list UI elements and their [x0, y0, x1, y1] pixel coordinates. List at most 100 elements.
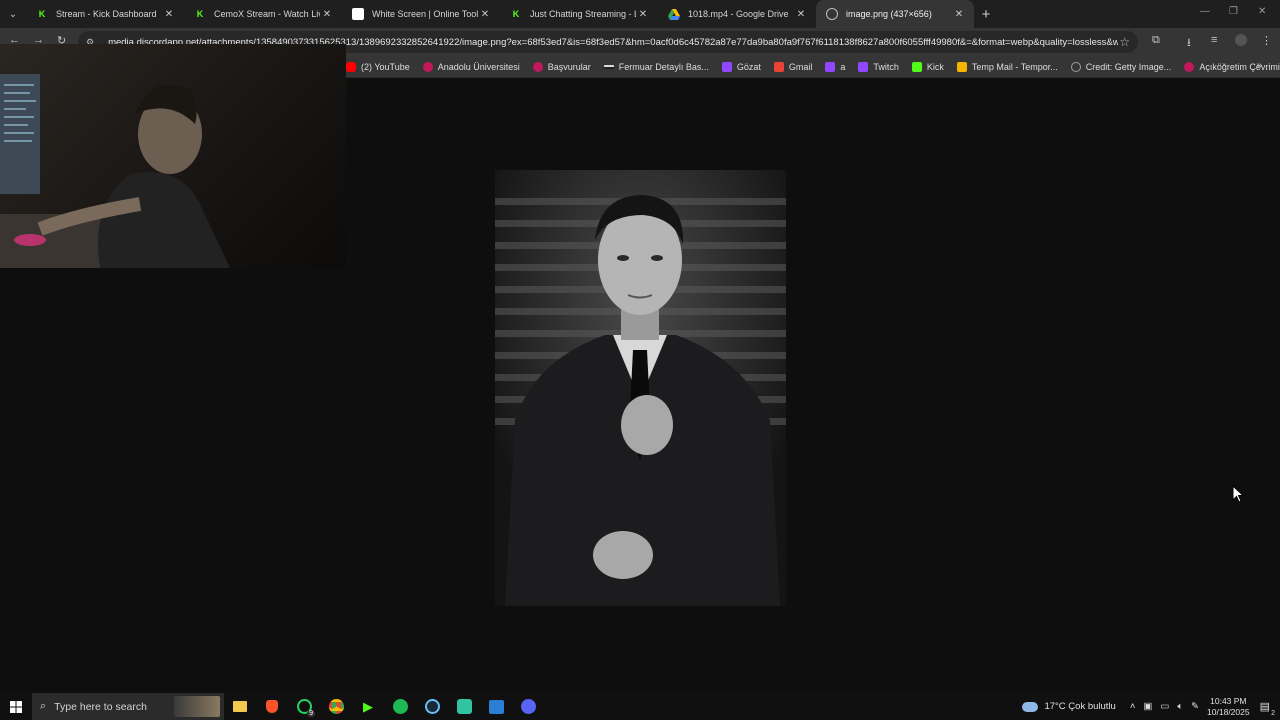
chevron-up-icon[interactable]: ˄ — [1130, 701, 1136, 712]
tab-5-active[interactable]: image.png (437×656) ✕ — [816, 0, 974, 28]
taskbar-search-box[interactable]: ⌕ Type here to search — [32, 693, 224, 720]
weather-text[interactable]: 17°C Çok bulutlu — [1044, 701, 1115, 712]
bookmark-temp-mail[interactable]: Temp Mail - Tempor... — [956, 61, 1058, 72]
spotify-icon[interactable] — [384, 693, 416, 720]
windows-start-button[interactable] — [0, 693, 32, 720]
system-tray: 17°C Çok bulutlu ˄ ▣ ▭ 🔈︎ ✎ 10:43 PM 10/… — [1022, 693, 1280, 720]
new-tab-button[interactable]: + — [974, 0, 998, 28]
kick-icon: K — [196, 9, 204, 19]
kick-icon: K — [512, 9, 520, 19]
search-icon: ⌕ — [40, 700, 47, 712]
search-placeholder: Type here to search — [54, 700, 147, 713]
brave-icon[interactable] — [256, 693, 288, 720]
dash-icon — [603, 64, 614, 69]
mail-icon — [956, 61, 967, 72]
network-icon[interactable]: ▭ — [1160, 701, 1169, 712]
gmail-icon — [773, 61, 784, 72]
notification-count: 2 — [1271, 710, 1275, 717]
bookmark-label: a — [840, 61, 846, 72]
tab-title: 1018.mp4 - Google Drive — [688, 9, 789, 19]
app-arrow-icon[interactable]: ▶ — [352, 693, 384, 720]
bookmark-label: Gözat — [736, 61, 761, 72]
tray-app-icon[interactable]: ▣ — [1143, 701, 1152, 712]
tab-title: CemoX Stream - Watch Live on — [214, 9, 320, 19]
bookmark-basvurular[interactable]: Başvurular — [532, 61, 591, 72]
close-icon[interactable]: ✕ — [478, 9, 492, 20]
kick-icon — [911, 61, 922, 72]
taskbar: ⌕ Type here to search 9 ▶ 17°C Çok bulut… — [0, 693, 1280, 720]
bookmark-gmail[interactable]: Gmail — [773, 61, 813, 72]
bookmark-youtube[interactable]: (2) YouTube — [346, 61, 410, 72]
streamlabs-icon[interactable] — [448, 693, 480, 720]
app-blue-icon[interactable] — [480, 693, 512, 720]
file-explorer-icon[interactable] — [224, 693, 256, 720]
globe-icon — [1070, 61, 1081, 72]
whatsapp-badge: 9 — [307, 710, 315, 717]
tab-title: White Screen | Online Tool — [372, 9, 478, 19]
whatsapp-icon[interactable]: 9 — [288, 693, 320, 720]
extensions-icon[interactable]: ⧉ — [1152, 34, 1160, 47]
tab-search-button[interactable]: ⌄ — [0, 0, 26, 28]
globe-icon — [826, 8, 838, 20]
notification-icon[interactable]: ▤ 2 — [1260, 700, 1275, 717]
bookmark-label: Twitch — [873, 61, 899, 72]
tab-strip: ⌄ K Stream - Kick Dashboard ✕ K CemoX St… — [0, 0, 1280, 28]
anadolu-icon — [422, 61, 433, 72]
pen-icon[interactable]: ✎ — [1191, 701, 1199, 712]
close-icon[interactable]: ✕ — [320, 9, 334, 20]
bookmark-label: Kick — [926, 61, 944, 72]
bookmark-twitch[interactable]: Twitch — [858, 61, 899, 72]
menu-icon[interactable]: ⋮ — [1261, 34, 1272, 47]
tab-title: Stream - Kick Dashboard — [56, 9, 157, 19]
tab-title: Just Chatting Streaming - Live S — [530, 9, 636, 19]
portrait-image[interactable] — [495, 170, 786, 606]
twitch-icon — [825, 61, 836, 72]
tab-1[interactable]: K CemoX Stream - Watch Live on ✕ — [184, 0, 342, 28]
clock[interactable]: 10:43 PM 10/18/2025 — [1207, 696, 1250, 718]
steam-icon[interactable] — [416, 693, 448, 720]
bookmark-star-icon[interactable]: ☆ — [1119, 35, 1130, 49]
tab-2[interactable]: White Screen | Online Tool ✕ — [342, 0, 500, 28]
tab-3[interactable]: K Just Chatting Streaming - Live S ✕ — [500, 0, 658, 28]
search-highlight-image — [174, 696, 220, 717]
bookmark-label: Credit: Getty Image... — [1085, 61, 1172, 72]
bookmark-label: (2) YouTube — [361, 61, 410, 72]
twitch-icon — [858, 61, 869, 72]
chevron-double-right-icon[interactable]: » — [1256, 60, 1262, 71]
close-icon[interactable]: ✕ — [636, 9, 650, 20]
bookmark-label: Gmail — [788, 61, 813, 72]
close-icon[interactable]: ✕ — [952, 9, 966, 20]
bookmark-getty[interactable]: Credit: Getty Image... — [1070, 61, 1172, 72]
youtube-icon — [346, 61, 356, 72]
tab-title: image.png (437×656) — [846, 9, 932, 19]
bookmark-kick[interactable]: Kick — [911, 61, 944, 72]
twitch-icon — [721, 61, 732, 72]
webcam-overlay — [0, 44, 346, 268]
discord-icon[interactable] — [512, 693, 544, 720]
maximize-icon[interactable]: ❐ — [1229, 6, 1238, 17]
close-window-icon[interactable]: ✕ — [1258, 6, 1266, 17]
anadolu-icon — [532, 61, 543, 72]
volume-icon[interactable]: 🔈︎ — [1177, 701, 1183, 712]
close-icon[interactable]: ✕ — [162, 9, 176, 20]
tab-0[interactable]: K Stream - Kick Dashboard ✕ — [26, 0, 184, 28]
tab-4[interactable]: 1018.mp4 - Google Drive ✕ — [658, 0, 816, 28]
minimize-icon[interactable]: — — [1200, 6, 1210, 17]
bookmark-anadolu[interactable]: Anadolu Üniversitesi — [422, 61, 520, 72]
chrome-icon[interactable] — [320, 693, 352, 720]
bookmark-a[interactable]: a — [825, 61, 846, 72]
weather-icon[interactable] — [1022, 701, 1039, 712]
media-control-icon[interactable]: ≡ — [1211, 34, 1217, 46]
anadolu-icon — [1184, 61, 1195, 72]
download-icon[interactable]: ⭳ — [1187, 34, 1191, 53]
bookmark-label: Başvurular — [547, 61, 591, 72]
bookmark-acikogretim[interactable]: Açıköğretim Çevrimi... — [1184, 61, 1280, 72]
bookmark-gozat[interactable]: Gözat — [721, 61, 761, 72]
bookmark-label: Açıköğretim Çevrimi... — [1199, 61, 1280, 72]
close-icon[interactable]: ✕ — [794, 9, 808, 20]
bookmark-fermuar[interactable]: Fermuar Detaylı Bas... — [603, 61, 709, 72]
bookmark-label: Temp Mail - Tempor... — [971, 61, 1058, 72]
profile-avatar[interactable] — [1235, 34, 1247, 49]
bookmark-label: Fermuar Detaylı Bas... — [618, 61, 709, 72]
clock-date: 10/18/2025 — [1207, 706, 1250, 717]
